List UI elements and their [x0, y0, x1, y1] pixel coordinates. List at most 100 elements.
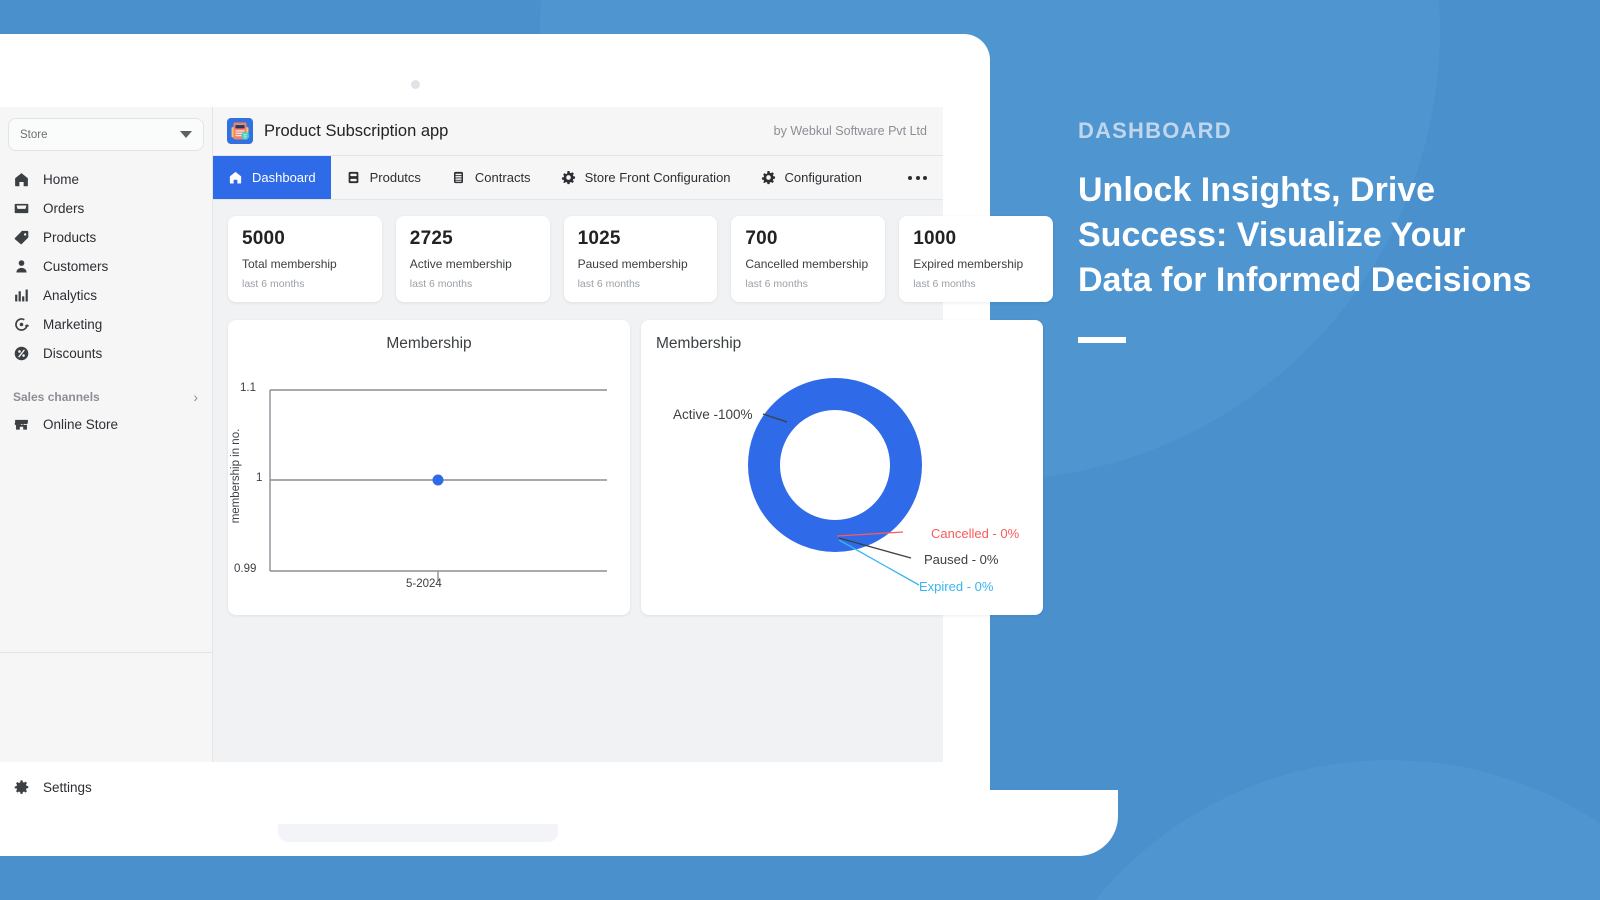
y-tick-label: 1.1 — [240, 382, 256, 394]
stat-subtext: last 6 months — [577, 278, 641, 290]
home-icon — [229, 171, 242, 184]
stat-label: Expired membership — [913, 257, 1024, 271]
sidebar-item-label: Marketing — [43, 317, 103, 332]
gear-icon — [761, 171, 775, 185]
tab-overflow-button[interactable] — [892, 156, 943, 199]
stat-label: Active membership — [409, 257, 512, 271]
promo-accent-rule — [1078, 336, 1126, 343]
sidebar-divider — [0, 652, 212, 653]
donut-label-cancelled: Cancelled - 0% — [931, 526, 1020, 541]
stat-subtext: last 6 months — [409, 278, 473, 290]
callout-line-expired — [838, 539, 920, 586]
stat-card-active-membership: 2725 Active membership last 6 months — [395, 216, 550, 302]
analytics-bars-icon — [15, 289, 28, 302]
stat-card-total-membership: 5000 Total membership last 6 months — [228, 216, 382, 302]
dashboard-content: 5000 Total membership last 6 months 2725… — [213, 200, 1053, 762]
app-header: Product Subscription app by Webkul Softw… — [213, 107, 943, 156]
tab-configuration[interactable]: Configuration — [746, 156, 877, 199]
sidebar-item-online-store[interactable]: Online Store — [0, 410, 212, 439]
sidebar-item-customers[interactable]: Customers — [0, 252, 212, 281]
sidebar-item-settings[interactable]: Settings — [0, 779, 102, 796]
customer-person-icon — [16, 260, 27, 273]
charts-row: Membership membership in no. 1.1 1 0.99 … — [228, 320, 1053, 615]
tab-label: Dashboard — [252, 170, 316, 185]
tab-label: Store Front Configuration — [584, 170, 731, 185]
tab-label: Produtcs — [369, 170, 421, 185]
ellipsis-icon — [908, 175, 927, 180]
chart-title: Membership — [386, 335, 472, 352]
subscription-clipboard-icon — [227, 118, 253, 144]
tab-contracts[interactable]: Contracts — [436, 156, 546, 199]
sidebar-item-marketing[interactable]: Marketing — [0, 310, 212, 339]
sidebar-item-label: Online Store — [43, 417, 119, 432]
tab-label: Configuration — [784, 170, 862, 185]
orders-inbox-icon — [14, 203, 29, 214]
sidebar-section-label: Sales channels — [13, 390, 100, 404]
laptop-notch — [278, 824, 558, 842]
sidebar-item-label: Orders — [43, 201, 85, 216]
product-icon — [348, 171, 358, 184]
gear-icon — [561, 171, 575, 185]
product-tag-icon — [14, 230, 29, 245]
stat-value: 1025 — [577, 228, 621, 249]
tab-dashboard[interactable]: Dashboard — [213, 156, 331, 199]
tab-label: Contracts — [474, 170, 531, 185]
chevron-down-icon — [180, 131, 192, 138]
sidebar-item-orders[interactable]: Orders — [0, 194, 212, 223]
stat-label: Total membership — [242, 257, 337, 271]
sidebar-item-label: Settings — [43, 780, 92, 795]
laptop-camera-icon — [411, 80, 420, 89]
donut-chart-plot — [748, 378, 922, 586]
membership-line-chart-card: Membership membership in no. 1.1 1 0.99 … — [228, 320, 630, 615]
app-title: Product Subscription app — [264, 121, 449, 140]
line-chart-data-point — [432, 474, 444, 486]
app-screen: Store Home Orders Products Customers Ana… — [0, 107, 1053, 795]
stat-value: 1000 — [913, 228, 957, 249]
promo-eyebrow: DASHBOARD — [1078, 118, 1232, 143]
donut-slice-active — [748, 378, 922, 552]
store-switcher-label: Store — [20, 128, 48, 141]
donut-label-active: Active -100% — [673, 407, 753, 422]
sidebar-item-products[interactable]: Products — [0, 223, 212, 252]
tab-store-front-configuration[interactable]: Store Front Configuration — [546, 156, 746, 199]
stat-label: Cancelled membership — [745, 257, 869, 271]
sidebar-item-analytics[interactable]: Analytics — [0, 281, 212, 310]
discount-percent-icon — [14, 346, 29, 361]
stat-card-cancelled-membership: 700 Cancelled membership last 6 months — [731, 216, 886, 302]
sidebar-item-label: Discounts — [43, 346, 103, 361]
sidebar-section-sales-channels[interactable]: Sales channels › — [0, 384, 212, 410]
sidebar-item-discounts[interactable]: Discounts — [0, 339, 212, 368]
stat-subtext: last 6 months — [745, 278, 808, 290]
sidebar-nav: Home Orders Products Customers Analytics… — [0, 165, 212, 368]
app-vendor-byline: by Webkul Software Pvt Ltd — [773, 124, 927, 138]
donut-label-expired: Expired - 0% — [919, 579, 994, 594]
stat-card-expired-membership: 1000 Expired membership last 6 months — [899, 216, 1053, 302]
storefront-icon — [14, 419, 28, 430]
sidebar: Store Home Orders Products Customers Ana… — [0, 107, 213, 795]
donut-label-paused: Paused - 0% — [924, 552, 999, 567]
stat-value: 5000 — [242, 228, 286, 249]
tab-produtcs[interactable]: Produtcs — [331, 156, 436, 199]
stat-value: 2725 — [409, 228, 453, 249]
gear-icon — [14, 780, 29, 794]
y-tick-label: 1 — [256, 472, 263, 484]
sidebar-item-label: Customers — [43, 259, 109, 274]
stat-label: Paused membership — [577, 257, 688, 271]
stat-cards-row: 5000 Total membership last 6 months 2725… — [228, 216, 1053, 302]
store-switcher[interactable]: Store — [8, 118, 204, 151]
sidebar-item-label: Home — [43, 172, 80, 187]
laptop-base — [0, 790, 1118, 856]
home-icon — [15, 173, 28, 187]
app-tab-bar: Dashboard Produtcs Contracts Store Front… — [213, 156, 943, 200]
contract-icon — [453, 171, 463, 184]
stat-subtext: last 6 months — [913, 278, 976, 290]
sidebar-item-home[interactable]: Home — [0, 165, 212, 194]
sidebar-item-label: Analytics — [43, 288, 98, 303]
chevron-right-icon: › — [193, 389, 198, 405]
membership-donut-chart-card: Membership Active -100% Cancelled - 0% P… — [641, 320, 1043, 615]
promo-heading: Unlock Insights, Drive Success: Visualiz… — [1078, 171, 1532, 299]
marketing-target-icon — [15, 318, 29, 331]
sidebar-item-label: Products — [43, 230, 97, 245]
promo-panel: DASHBOARD Unlock Insights, Drive Success… — [1078, 118, 1548, 343]
chart-title: Membership — [656, 335, 742, 352]
